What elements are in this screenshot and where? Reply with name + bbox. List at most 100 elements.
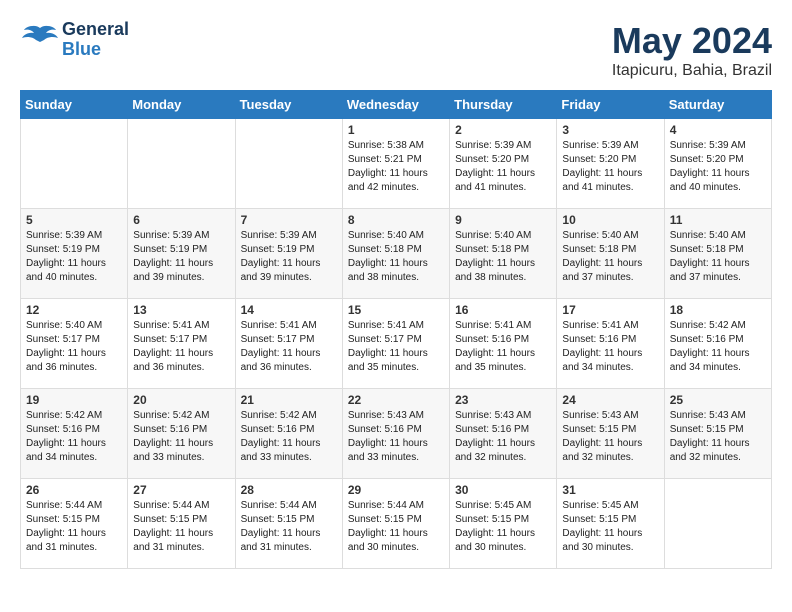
- calendar-cell: 1 Sunrise: 5:38 AM Sunset: 5:21 PM Daylig…: [342, 119, 449, 209]
- day-info: Sunrise: 5:41 AM Sunset: 5:16 PM Dayligh…: [455, 319, 551, 375]
- calendar-table: SundayMondayTuesdayWednesdayThursdayFrid…: [20, 90, 772, 569]
- calendar-cell: 29 Sunrise: 5:44 AM Sunset: 5:15 PM Dayli…: [342, 479, 449, 569]
- calendar-cell: 19 Sunrise: 5:42 AM Sunset: 5:16 PM Dayli…: [21, 389, 128, 479]
- day-number: 29: [348, 483, 444, 497]
- calendar-cell: [664, 479, 771, 569]
- day-number: 18: [670, 303, 766, 317]
- day-number: 15: [348, 303, 444, 317]
- day-number: 25: [670, 393, 766, 407]
- calendar-cell: 31 Sunrise: 5:45 AM Sunset: 5:15 PM Dayli…: [557, 479, 664, 569]
- day-info: Sunrise: 5:40 AM Sunset: 5:17 PM Dayligh…: [26, 319, 122, 375]
- calendar-cell: 24Sunrise: 5:43 AM Sunset: 5:15 PM Dayli…: [557, 389, 664, 479]
- week-row-2: 5Sunrise: 5:39 AM Sunset: 5:19 PM Daylig…: [21, 209, 772, 299]
- day-of-week-thursday: Thursday: [450, 91, 557, 119]
- calendar-cell: 2Sunrise: 5:39 AM Sunset: 5:20 PM Daylig…: [450, 119, 557, 209]
- day-number: 21: [241, 393, 337, 407]
- calendar-cell: [21, 119, 128, 209]
- calendar-cell: 7Sunrise: 5:39 AM Sunset: 5:19 PM Daylig…: [235, 209, 342, 299]
- day-info: Sunrise: 5:44 AM Sunset: 5:15 PM Dayligh…: [133, 499, 229, 555]
- day-number: 1: [348, 123, 444, 137]
- day-number: 30: [455, 483, 551, 497]
- day-number: 7: [241, 213, 337, 227]
- day-of-week-friday: Friday: [557, 91, 664, 119]
- calendar-cell: 16 Sunrise: 5:41 AM Sunset: 5:16 PM Dayli…: [450, 299, 557, 389]
- calendar-cell: 20Sunrise: 5:42 AM Sunset: 5:16 PM Dayli…: [128, 389, 235, 479]
- calendar-cell: 17 Sunrise: 5:41 AM Sunset: 5:16 PM Dayli…: [557, 299, 664, 389]
- calendar-cell: [128, 119, 235, 209]
- day-of-week-monday: Monday: [128, 91, 235, 119]
- calendar-header: SundayMondayTuesdayWednesdayThursdayFrid…: [21, 91, 772, 119]
- calendar-cell: 21 Sunrise: 5:42 AM Sunset: 5:16 PM Dayli…: [235, 389, 342, 479]
- calendar-cell: 27 Sunrise: 5:44 AM Sunset: 5:15 PM Dayli…: [128, 479, 235, 569]
- day-of-week-sunday: Sunday: [21, 91, 128, 119]
- logo: General Blue: [20, 20, 129, 60]
- calendar-cell: 18 Sunrise: 5:42 AM Sunset: 5:16 PM Dayli…: [664, 299, 771, 389]
- week-row-1: 1 Sunrise: 5:38 AM Sunset: 5:21 PM Daylig…: [21, 119, 772, 209]
- day-number: 23: [455, 393, 551, 407]
- calendar-cell: [235, 119, 342, 209]
- calendar-subtitle: Itapicuru, Bahia, Brazil: [612, 62, 772, 80]
- calendar-cell: 3Sunrise: 5:39 AM Sunset: 5:20 PM Daylig…: [557, 119, 664, 209]
- day-info: Sunrise: 5:41 AM Sunset: 5:17 PM Dayligh…: [241, 319, 337, 375]
- day-info: Sunrise: 5:42 AM Sunset: 5:16 PM Dayligh…: [241, 409, 337, 465]
- day-info: Sunrise: 5:40 AM Sunset: 5:18 PM Dayligh…: [670, 229, 766, 285]
- day-number: 19: [26, 393, 122, 407]
- day-info: Sunrise: 5:40 AM Sunset: 5:18 PM Dayligh…: [348, 229, 444, 285]
- day-number: 2: [455, 123, 551, 137]
- day-info: Sunrise: 5:39 AM Sunset: 5:20 PM Dayligh…: [670, 139, 766, 195]
- day-info: Sunrise: 5:38 AM Sunset: 5:21 PM Dayligh…: [348, 139, 444, 195]
- day-number: 20: [133, 393, 229, 407]
- day-info: Sunrise: 5:44 AM Sunset: 5:15 PM Dayligh…: [348, 499, 444, 555]
- calendar-cell: 30 Sunrise: 5:45 AM Sunset: 5:15 PM Dayli…: [450, 479, 557, 569]
- calendar-cell: 13Sunrise: 5:41 AM Sunset: 5:17 PM Dayli…: [128, 299, 235, 389]
- week-row-4: 19 Sunrise: 5:42 AM Sunset: 5:16 PM Dayli…: [21, 389, 772, 479]
- day-number: 12: [26, 303, 122, 317]
- day-info: Sunrise: 5:40 AM Sunset: 5:18 PM Dayligh…: [455, 229, 551, 285]
- day-info: Sunrise: 5:42 AM Sunset: 5:16 PM Dayligh…: [26, 409, 122, 465]
- day-info: Sunrise: 5:40 AM Sunset: 5:18 PM Dayligh…: [562, 229, 658, 285]
- day-number: 27: [133, 483, 229, 497]
- day-info: Sunrise: 5:43 AM Sunset: 5:16 PM Dayligh…: [348, 409, 444, 465]
- day-info: Sunrise: 5:45 AM Sunset: 5:15 PM Dayligh…: [455, 499, 551, 555]
- day-info: Sunrise: 5:43 AM Sunset: 5:15 PM Dayligh…: [670, 409, 766, 465]
- page-header: General Blue May 2024 Itapicuru, Bahia, …: [20, 20, 772, 80]
- calendar-cell: 26Sunrise: 5:44 AM Sunset: 5:15 PM Dayli…: [21, 479, 128, 569]
- calendar-cell: 10 Sunrise: 5:40 AM Sunset: 5:18 PM Dayli…: [557, 209, 664, 299]
- calendar-cell: 23 Sunrise: 5:43 AM Sunset: 5:16 PM Dayli…: [450, 389, 557, 479]
- day-number: 4: [670, 123, 766, 137]
- day-number: 3: [562, 123, 658, 137]
- week-row-3: 12 Sunrise: 5:40 AM Sunset: 5:17 PM Dayli…: [21, 299, 772, 389]
- calendar-cell: 22Sunrise: 5:43 AM Sunset: 5:16 PM Dayli…: [342, 389, 449, 479]
- calendar-cell: 11Sunrise: 5:40 AM Sunset: 5:18 PM Dayli…: [664, 209, 771, 299]
- day-number: 16: [455, 303, 551, 317]
- calendar-cell: 12 Sunrise: 5:40 AM Sunset: 5:17 PM Dayli…: [21, 299, 128, 389]
- day-info: Sunrise: 5:41 AM Sunset: 5:17 PM Dayligh…: [133, 319, 229, 375]
- calendar-cell: 4 Sunrise: 5:39 AM Sunset: 5:20 PM Daylig…: [664, 119, 771, 209]
- day-number: 24: [562, 393, 658, 407]
- calendar-body: 1 Sunrise: 5:38 AM Sunset: 5:21 PM Daylig…: [21, 119, 772, 569]
- calendar-cell: 15 Sunrise: 5:41 AM Sunset: 5:17 PM Dayli…: [342, 299, 449, 389]
- calendar-cell: 25 Sunrise: 5:43 AM Sunset: 5:15 PM Dayli…: [664, 389, 771, 479]
- day-info: Sunrise: 5:43 AM Sunset: 5:16 PM Dayligh…: [455, 409, 551, 465]
- day-info: Sunrise: 5:45 AM Sunset: 5:15 PM Dayligh…: [562, 499, 658, 555]
- day-number: 10: [562, 213, 658, 227]
- calendar-cell: 14Sunrise: 5:41 AM Sunset: 5:17 PM Dayli…: [235, 299, 342, 389]
- days-of-week-row: SundayMondayTuesdayWednesdayThursdayFrid…: [21, 91, 772, 119]
- week-row-5: 26 Sunrise: 5:44 AM Sunset: 5:15 PM Dayli…: [21, 479, 772, 569]
- day-number: 9: [455, 213, 551, 227]
- calendar-title: May 2024: [612, 20, 772, 62]
- day-number: 17: [562, 303, 658, 317]
- day-number: 26: [26, 483, 122, 497]
- logo-general: General: [62, 20, 129, 40]
- calendar-cell: 28Sunrise: 5:44 AM Sunset: 5:15 PM Dayli…: [235, 479, 342, 569]
- day-of-week-wednesday: Wednesday: [342, 91, 449, 119]
- day-number: 8: [348, 213, 444, 227]
- calendar-cell: 6Sunrise: 5:39 AM Sunset: 5:19 PM Daylig…: [128, 209, 235, 299]
- day-number: 31: [562, 483, 658, 497]
- day-info: Sunrise: 5:41 AM Sunset: 5:16 PM Dayligh…: [562, 319, 658, 375]
- day-number: 28: [241, 483, 337, 497]
- calendar-cell: 8 Sunrise: 5:40 AM Sunset: 5:18 PM Daylig…: [342, 209, 449, 299]
- day-info: Sunrise: 5:42 AM Sunset: 5:16 PM Dayligh…: [670, 319, 766, 375]
- day-info: Sunrise: 5:41 AM Sunset: 5:17 PM Dayligh…: [348, 319, 444, 375]
- logo-icon: [20, 20, 60, 60]
